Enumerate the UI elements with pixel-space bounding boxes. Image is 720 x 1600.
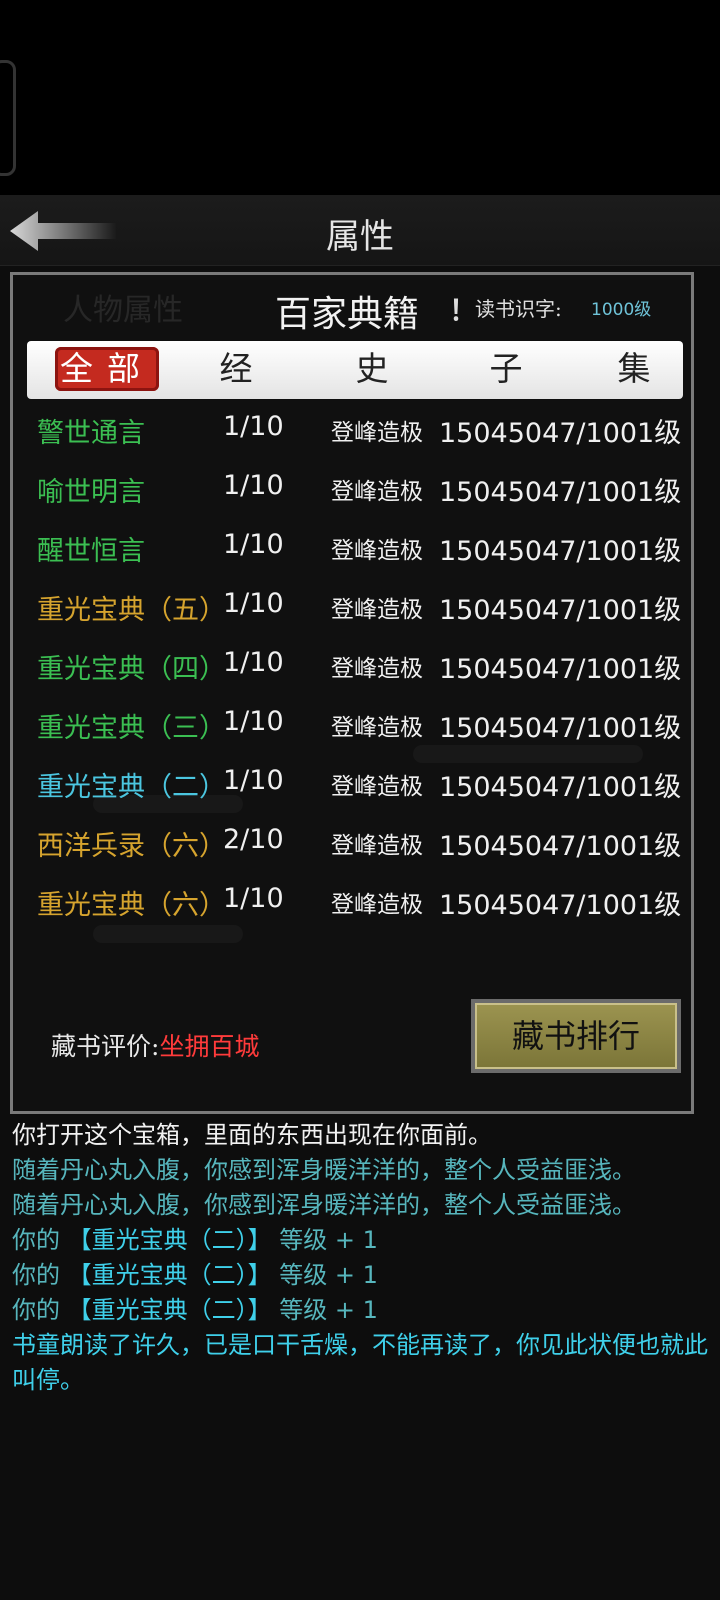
book-row[interactable]: 重光宝典（六） 1/10 登峰造极 15045047/1001级 [13,875,691,933]
literacy-label: 读书识字: [475,297,562,321]
tab-zi[interactable]: 子 [483,347,543,391]
book-name: 重光宝典（五） [37,595,226,626]
book-row[interactable]: 重光宝典（四） 1/10 登峰造极 15045047/1001级 [13,639,691,697]
book-row[interactable]: 重光宝典（二） 1/10 登峰造极 15045047/1001级 [13,757,691,815]
book-name: 醒世恒言 [37,536,145,567]
book-rank: 登峰造极 [331,833,423,859]
book-exp: 15045047/1001级 [439,713,682,744]
book-rank: 登峰造极 [331,538,423,564]
book-progress: 1/10 [223,706,284,737]
book-progress: 1/10 [223,765,284,796]
category-tabs: 全部 经 史 子 集 [27,341,683,399]
log-text: 你的 [12,1296,60,1324]
book-progress: 1/10 [223,529,284,560]
book-progress: 1/10 [223,470,284,501]
tab-ji[interactable]: 集 [611,347,671,391]
book-name: 重光宝典（三） [37,713,226,744]
log-text: 等级 + 1 [279,1261,378,1289]
book-rank: 登峰造极 [331,420,423,446]
book-exp: 15045047/1001级 [439,536,682,567]
book-progress: 1/10 [223,588,284,619]
log-text: 你的 [12,1226,60,1254]
log-line: 你打开这个宝箱，里面的东西出现在你面前。 [12,1121,492,1149]
book-exp: 15045047/1001级 [439,595,682,626]
log-book-name: 【重光宝典（二）】 [67,1296,272,1324]
book-row[interactable]: 醒世恒言 1/10 登峰造极 15045047/1001级 [13,521,691,579]
book-rank: 登峰造极 [331,656,423,682]
tab-all[interactable]: 全部 [55,347,159,391]
book-rank: 登峰造极 [331,597,423,623]
log-line: 随着丹心丸入腹，你感到浑身暖洋洋的，整个人受益匪浅。 [12,1191,636,1219]
book-panel: 人物属性 百家典籍 ！ 读书识字: 1000级 全部 经 史 子 集 警世通言 … [10,272,694,1114]
book-progress: 1/10 [223,411,284,442]
book-exp: 15045047/1001级 [439,831,682,862]
book-rank: 登峰造极 [331,479,423,505]
log-line: 你的 【重光宝典（二）】 等级 + 1 [12,1258,712,1293]
book-row[interactable]: 警世通言 1/10 登峰造极 15045047/1001级 [13,403,691,461]
book-name: 重光宝典（四） [37,654,226,685]
book-name: 喻世明言 [37,477,145,508]
collection-ranking-button[interactable]: 藏书排行 [471,999,681,1073]
book-name: 警世通言 [37,418,145,449]
book-progress: 1/10 [223,647,284,678]
book-name: 西洋兵录（六） [37,831,226,862]
literacy-value: 1000级 [591,300,652,320]
book-row[interactable]: 西洋兵录（六） 2/10 登峰造极 15045047/1001级 [13,816,691,874]
book-exp: 15045047/1001级 [439,772,682,803]
book-row[interactable]: 喻世明言 1/10 登峰造极 15045047/1001级 [13,462,691,520]
panel-title: 百家典籍 [275,294,420,335]
log-text: 等级 + 1 [279,1296,378,1324]
log-line: 你的 【重光宝典（二）】 等级 + 1 [12,1293,712,1328]
evaluation-label: 藏书评价: [51,1032,160,1061]
header: 属性 [0,195,720,266]
log-text: 等级 + 1 [279,1226,378,1254]
info-mark[interactable]: ！ [449,289,477,329]
log-line: 书童朗读了许久，已是口干舌燥，不能再读了，你见此状便也就此叫停。 [12,1331,708,1394]
book-row[interactable]: 重光宝典（五） 1/10 登峰造极 15045047/1001级 [13,580,691,638]
log-book-name: 【重光宝典（二）】 [67,1226,272,1254]
book-exp: 15045047/1001级 [439,890,682,921]
log-line: 你的 【重光宝典（二）】 等级 + 1 [12,1223,712,1258]
side-handle [0,60,16,176]
book-exp: 15045047/1001级 [439,477,682,508]
log-line: 随着丹心丸入腹，你感到浑身暖洋洋的，整个人受益匪浅。 [12,1156,636,1184]
panel-header: 百家典籍 ！ 读书识字: 1000级 [13,275,691,337]
evaluation-value: 坐拥百城 [159,1032,260,1061]
top-bar [0,0,720,195]
book-name: 重光宝典（六） [37,890,226,921]
page-title: 属性 [326,217,394,257]
log-text: 你的 [12,1261,60,1289]
book-rank: 登峰造极 [331,892,423,918]
book-row[interactable]: 重光宝典（三） 1/10 登峰造极 15045047/1001级 [13,698,691,756]
log-book-name: 【重光宝典（二）】 [67,1261,272,1289]
tab-jing[interactable]: 经 [213,347,273,391]
collection-evaluation: 藏书评价:坐拥百城 [51,1027,259,1063]
book-exp: 15045047/1001级 [439,418,682,449]
book-name: 重光宝典（二） [37,772,226,803]
message-log: 你打开这个宝箱，里面的东西出现在你面前。 随着丹心丸入腹，你感到浑身暖洋洋的，整… [12,1118,712,1398]
book-progress: 2/10 [223,824,284,855]
book-rank: 登峰造极 [331,715,423,741]
book-progress: 1/10 [223,883,284,914]
book-rank: 登峰造极 [331,774,423,800]
tab-shi[interactable]: 史 [349,347,409,391]
book-exp: 15045047/1001级 [439,654,682,685]
